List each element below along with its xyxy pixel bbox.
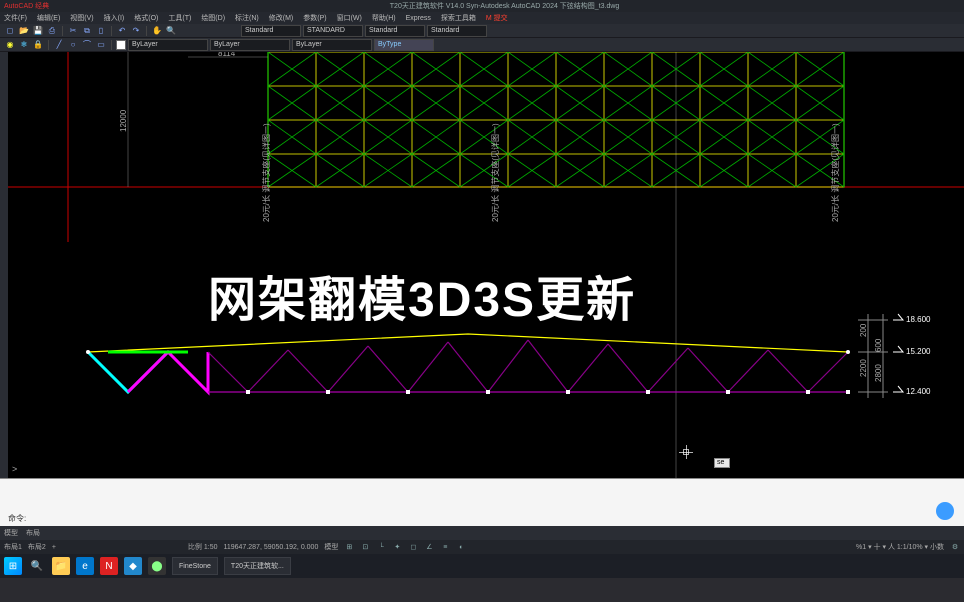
lineweight-icon[interactable]: ≡ (440, 542, 450, 552)
dynamic-input[interactable]: se (714, 458, 730, 468)
menu-express[interactable]: Express (406, 15, 431, 22)
toolbar-row-1: ◻ 📂 💾 ⎙ ✂ ⧉ ▯ ↶ ↷ ✋ 🔍 Standard STANDARD … (0, 24, 964, 38)
doc-tabs: 模型 布局 (0, 526, 964, 540)
go-button[interactable] (936, 502, 954, 520)
mleader-style-dropdown[interactable]: Standard (427, 25, 487, 37)
menu-file[interactable]: 文件(F) (4, 13, 27, 23)
grid-icon[interactable]: ⊞ (344, 542, 354, 552)
dim-style-dropdown[interactable]: STANDARD (303, 25, 363, 37)
menu-dimension[interactable]: 标注(N) (235, 13, 259, 23)
status-layout2[interactable]: 布局2 (28, 542, 46, 552)
color-dropdown[interactable]: ByLayer (210, 39, 290, 51)
menu-help[interactable]: 帮助(H) (372, 13, 396, 23)
ortho-icon[interactable]: └ (376, 542, 386, 552)
menu-submit[interactable]: M 提交 (486, 13, 508, 23)
tab-model[interactable]: 模型 (4, 528, 18, 538)
status-add-layout[interactable]: + (52, 544, 56, 551)
dim-left-vertical: 12000 (119, 109, 128, 132)
table-style-dropdown[interactable]: Standard (365, 25, 425, 37)
status-scale: 比例 1:50 (188, 542, 218, 552)
customize-icon[interactable]: ⚙ (950, 542, 960, 552)
snap-icon[interactable]: ⊡ (360, 542, 370, 552)
drawing-canvas[interactable]: 二维绘图 8114 12000 (0, 52, 964, 478)
new-icon[interactable]: ◻ (4, 25, 16, 37)
elev-3: 12.400 (906, 387, 931, 396)
dim-r4: 2800 (874, 364, 883, 382)
support-note-b: 20元/长 调节支座(见详图一) (490, 123, 500, 222)
arc-icon[interactable]: ⌒ (81, 39, 93, 51)
copy-icon[interactable]: ⧉ (81, 25, 93, 37)
menu-param[interactable]: 参数(P) (303, 13, 326, 23)
linetype-dropdown[interactable]: ByLayer (292, 39, 372, 51)
layer-icon[interactable]: ◉ (4, 39, 16, 51)
save-icon[interactable]: 💾 (32, 25, 44, 37)
elev-1: 18.600 (906, 315, 931, 324)
menu-modify[interactable]: 修改(M) (269, 13, 294, 23)
line-icon[interactable]: ╱ (53, 39, 65, 51)
app-icon-3[interactable]: ⬤ (148, 557, 166, 575)
circle-icon[interactable]: ○ (67, 39, 79, 51)
menu-bar: 文件(F) 编辑(E) 视图(V) 插入(I) 格式(O) 工具(T) 绘图(D… (0, 12, 964, 24)
task-item-1[interactable]: FineStone (172, 557, 218, 575)
rect-icon[interactable]: ▭ (95, 39, 107, 51)
status-right-group[interactable]: %1 ▾ 十 ▾ 人 1:1/10% ▾ 小数 (856, 542, 944, 552)
menu-format[interactable]: 格式(O) (134, 13, 158, 23)
status-layout1[interactable]: 布局1 (4, 542, 22, 552)
title-bar: AutoCAD 经典 T20天正建筑软件 V14.0 Syn-Autodesk … (0, 0, 964, 12)
menu-edit[interactable]: 编辑(E) (37, 13, 60, 23)
redo-icon[interactable]: ↷ (130, 25, 142, 37)
status-bar: 布局1 布局2 + 比例 1:50 119647.287, 59050.192,… (0, 540, 964, 554)
layer-state-icon[interactable]: ❄ (18, 39, 30, 51)
status-coords: 119647.287, 59050.192, 0.000 (223, 544, 318, 551)
print-icon[interactable]: ⎙ (46, 25, 58, 37)
menu-view[interactable]: 视图(V) (70, 13, 93, 23)
support-note-a: 20元/长 调节支座(见详图一) (261, 123, 271, 222)
undo-icon[interactable]: ↶ (116, 25, 128, 37)
menu-toolbox[interactable]: 探索工具箱 (441, 13, 476, 23)
command-text: 命令: (8, 513, 26, 524)
search-icon[interactable]: 🔍 (28, 557, 46, 575)
app-icon-2[interactable]: ◆ (124, 557, 142, 575)
color-swatch[interactable] (116, 40, 126, 50)
windows-taskbar: ⊞ 🔍 📁 e N ◆ ⬤ FineStone T20天正建筑软... (0, 554, 964, 578)
menu-insert[interactable]: 插入(I) (104, 13, 125, 23)
layer-dropdown[interactable]: ByLayer (128, 39, 208, 51)
paste-icon[interactable]: ▯ (95, 25, 107, 37)
tab-layout[interactable]: 布局 (26, 528, 40, 538)
task-item-2[interactable]: T20天正建筑软... (224, 557, 291, 575)
open-icon[interactable]: 📂 (18, 25, 30, 37)
menu-draw[interactable]: 绘图(D) (201, 13, 225, 23)
menu-window[interactable]: 窗口(W) (337, 13, 362, 23)
command-prompt-arrow: > (12, 464, 17, 474)
plot-style-dropdown[interactable]: ByType (374, 39, 434, 51)
dim-r2: 2200 (859, 359, 868, 377)
start-button[interactable]: ⊞ (4, 557, 22, 575)
menu-tools[interactable]: 工具(T) (168, 13, 191, 23)
dim-r3: 600 (874, 338, 883, 352)
pan-icon[interactable]: ✋ (151, 25, 163, 37)
osnap-icon[interactable]: ◻ (408, 542, 418, 552)
cut-icon[interactable]: ✂ (67, 25, 79, 37)
elev-2: 15.200 (906, 347, 931, 356)
otrack-icon[interactable]: ∠ (424, 542, 434, 552)
sidebar-palette-label[interactable]: 二维绘图 (0, 52, 8, 112)
dim-r1: 200 (859, 323, 868, 337)
window-title: T20天正建筑软件 V14.0 Syn-Autodesk AutoCAD 202… (49, 1, 960, 11)
toolbar-row-2: ◉ ❄ 🔒 ╱ ○ ⌒ ▭ ByLayer ByLayer ByLayer By… (0, 38, 964, 52)
status-model[interactable]: 模型 (324, 542, 338, 552)
support-note-c: 20元/长 调节支座(见详图一) (830, 123, 840, 222)
transparency-icon[interactable]: ◐ (456, 542, 466, 552)
app-icon-1[interactable]: N (100, 557, 118, 575)
overlay-title: 网架翻模3D3S更新 (208, 260, 636, 330)
workspace-name: AutoCAD 经典 (4, 1, 49, 11)
lock-icon[interactable]: 🔒 (32, 39, 44, 51)
dim-top-horizontal: 8114 (218, 52, 236, 58)
polar-icon[interactable]: ✦ (392, 542, 402, 552)
text-style-dropdown[interactable]: Standard (241, 25, 301, 37)
zoom-icon[interactable]: 🔍 (165, 25, 177, 37)
command-line-area[interactable]: 命令: (0, 478, 964, 526)
edge-icon[interactable]: e (76, 557, 94, 575)
explorer-icon[interactable]: 📁 (52, 557, 70, 575)
